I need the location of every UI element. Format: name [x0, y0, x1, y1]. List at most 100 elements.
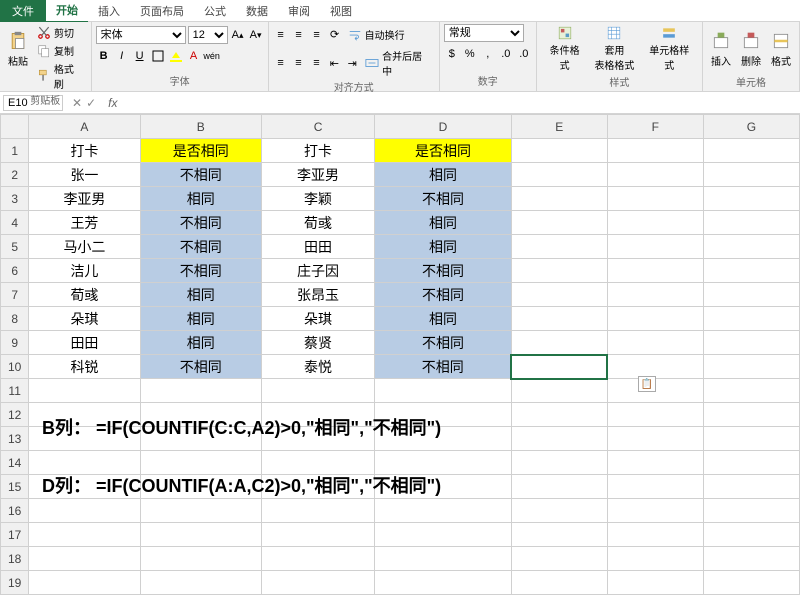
increase-indent-button[interactable]: ⇥	[344, 55, 360, 71]
cell-C17[interactable]	[261, 523, 374, 547]
cell-A8[interactable]: 朵琪	[29, 307, 140, 331]
cell-E3[interactable]	[511, 187, 607, 211]
merge-center-button[interactable]: 合并后居中	[362, 47, 435, 79]
cell-D18[interactable]	[375, 547, 512, 571]
cell-E8[interactable]	[511, 307, 607, 331]
cell-F16[interactable]	[607, 499, 703, 523]
cell-E17[interactable]	[511, 523, 607, 547]
cell-C19[interactable]	[261, 571, 374, 595]
cell-B7[interactable]: 相同	[140, 283, 261, 307]
cell-F5[interactable]	[607, 235, 703, 259]
formula-input[interactable]	[123, 95, 800, 111]
cell-C9[interactable]: 蔡贤	[261, 331, 374, 355]
cell-G5[interactable]	[703, 235, 799, 259]
row-header[interactable]: 12	[1, 403, 29, 427]
align-center-button[interactable]: ≡	[291, 55, 307, 71]
row-header[interactable]: 15	[1, 475, 29, 499]
paste-button[interactable]: 粘贴	[4, 24, 32, 74]
cell-C4[interactable]: 荀彧	[261, 211, 374, 235]
tab-view[interactable]: 视图	[320, 0, 362, 22]
italic-button[interactable]: I	[114, 48, 130, 64]
cell-B2[interactable]: 不相同	[140, 163, 261, 187]
cell-E4[interactable]	[511, 211, 607, 235]
cell-G13[interactable]	[703, 427, 799, 451]
font-color-button[interactable]: A	[186, 48, 202, 64]
cell-B17[interactable]	[140, 523, 261, 547]
cell-A2[interactable]: 张一	[29, 163, 140, 187]
align-left-button[interactable]: ≡	[273, 55, 289, 71]
cell-F10[interactable]	[607, 355, 703, 379]
cell-G11[interactable]	[703, 379, 799, 403]
tab-home[interactable]: 开始	[46, 0, 88, 23]
cell-E15[interactable]	[511, 475, 607, 499]
cell-F7[interactable]	[607, 283, 703, 307]
align-right-button[interactable]: ≡	[308, 55, 324, 71]
percent-button[interactable]: %	[462, 46, 478, 62]
cell-D6[interactable]: 不相同	[375, 259, 512, 283]
row-header[interactable]: 17	[1, 523, 29, 547]
tab-file[interactable]: 文件	[0, 0, 46, 22]
select-all-corner[interactable]	[1, 115, 29, 139]
cell-F13[interactable]	[607, 427, 703, 451]
cell-F15[interactable]	[607, 475, 703, 499]
paste-options-button[interactable]: 📋	[638, 376, 656, 392]
border-button[interactable]	[150, 48, 166, 64]
increase-decimal-button[interactable]: .0	[498, 46, 514, 62]
cell-G19[interactable]	[703, 571, 799, 595]
tab-formulas[interactable]: 公式	[194, 0, 236, 22]
cell-D4[interactable]: 相同	[375, 211, 512, 235]
accept-formula-button[interactable]: ✓	[86, 96, 96, 110]
cell-B11[interactable]	[140, 379, 261, 403]
cell-C18[interactable]	[261, 547, 374, 571]
cell-B6[interactable]: 不相同	[140, 259, 261, 283]
cell-A18[interactable]	[29, 547, 140, 571]
cell-C6[interactable]: 庄子因	[261, 259, 374, 283]
orientation-button[interactable]: ⟳	[327, 27, 343, 43]
cell-G7[interactable]	[703, 283, 799, 307]
cell-D2[interactable]: 相同	[375, 163, 512, 187]
format-painter-button[interactable]: 格式刷	[34, 60, 87, 92]
col-header-d[interactable]: D	[375, 115, 512, 139]
cell-F18[interactable]	[607, 547, 703, 571]
cell-F17[interactable]	[607, 523, 703, 547]
tab-page-layout[interactable]: 页面布局	[130, 0, 194, 22]
cell-E12[interactable]	[511, 403, 607, 427]
cell-G16[interactable]	[703, 499, 799, 523]
cell-G6[interactable]	[703, 259, 799, 283]
cell-G8[interactable]	[703, 307, 799, 331]
row-header[interactable]: 16	[1, 499, 29, 523]
cell-G10[interactable]	[703, 355, 799, 379]
format-as-table-button[interactable]: 套用 表格格式	[590, 24, 638, 74]
delete-cells-button[interactable]: 删除	[737, 24, 765, 74]
number-format-select[interactable]: 常规	[444, 24, 524, 42]
col-header-f[interactable]: F	[607, 115, 703, 139]
cell-D16[interactable]	[375, 499, 512, 523]
cell-C7[interactable]: 张昂玉	[261, 283, 374, 307]
cell-F6[interactable]	[607, 259, 703, 283]
row-header[interactable]: 3	[1, 187, 29, 211]
cell-A3[interactable]: 李亚男	[29, 187, 140, 211]
cell-A6[interactable]: 洁儿	[29, 259, 140, 283]
cell-D8[interactable]: 相同	[375, 307, 512, 331]
cell-E7[interactable]	[511, 283, 607, 307]
cell-F4[interactable]	[607, 211, 703, 235]
col-header-e[interactable]: E	[511, 115, 607, 139]
col-header-c[interactable]: C	[261, 115, 374, 139]
currency-button[interactable]: $	[444, 46, 460, 62]
row-header[interactable]: 4	[1, 211, 29, 235]
cell-G15[interactable]	[703, 475, 799, 499]
cell-C8[interactable]: 朵琪	[261, 307, 374, 331]
cell-F2[interactable]	[607, 163, 703, 187]
col-header-b[interactable]: B	[140, 115, 261, 139]
cell-E1[interactable]	[511, 139, 607, 163]
cell-G18[interactable]	[703, 547, 799, 571]
cell-B10[interactable]: 不相同	[140, 355, 261, 379]
cell-C3[interactable]: 李颖	[261, 187, 374, 211]
insert-cells-button[interactable]: 插入	[707, 24, 735, 74]
row-header[interactable]: 6	[1, 259, 29, 283]
cell-B4[interactable]: 不相同	[140, 211, 261, 235]
cell-B1[interactable]: 是否相同	[140, 139, 261, 163]
cell-G12[interactable]	[703, 403, 799, 427]
cell-E13[interactable]	[511, 427, 607, 451]
decrease-font-button[interactable]: A▾	[248, 27, 264, 43]
